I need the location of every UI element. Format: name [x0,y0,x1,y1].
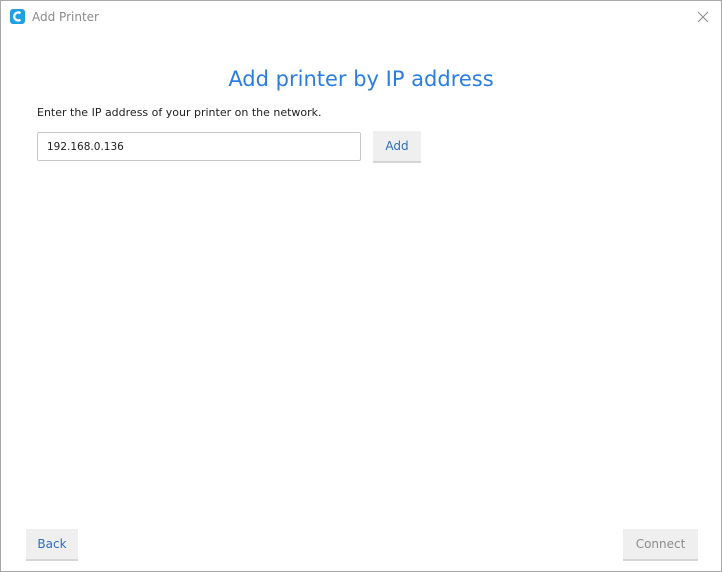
title-bar: Add Printer [1,1,721,33]
add-button[interactable]: Add [373,131,421,163]
close-icon[interactable] [693,7,713,27]
cura-icon [10,9,25,24]
window-title: Add Printer [32,10,99,24]
ip-address-input[interactable] [37,132,361,161]
connect-button[interactable]: Connect [623,529,698,561]
add-printer-dialog: Add Printer Add printer by IP address En… [0,0,722,572]
page-title: Add printer by IP address [228,67,494,91]
ip-instruction-text: Enter the IP address of your printer on … [37,106,322,119]
back-button[interactable]: Back [26,529,78,561]
